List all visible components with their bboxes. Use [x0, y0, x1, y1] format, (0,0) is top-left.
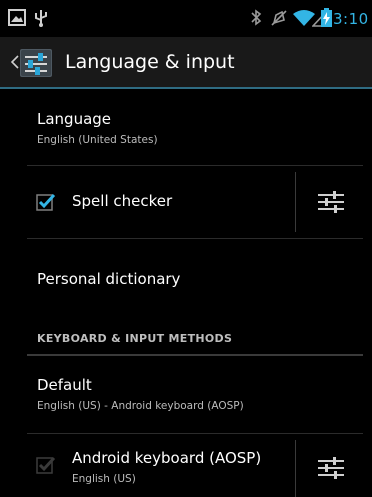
personal-dictionary-row[interactable]: Personal dictionary	[0, 239, 372, 311]
spell-checker-row[interactable]: Spell checker	[0, 166, 372, 238]
section-header-keyboard: KEYBOARD & INPUT METHODS	[37, 332, 233, 345]
battery-charging-icon	[321, 8, 332, 27]
android-keyboard-checkbox	[36, 456, 56, 474]
default-keyboard-title: Default	[37, 376, 92, 394]
android-keyboard-title: Android keyboard (AOSP)	[72, 449, 262, 467]
vertical-divider	[295, 440, 296, 497]
android-keyboard-summary: English (US)	[72, 473, 136, 485]
action-bar: Language & input	[0, 37, 372, 89]
usb-icon	[35, 10, 47, 27]
language-summary: English (United States)	[37, 134, 158, 146]
default-keyboard-row[interactable]: Default English (US) - Android keyboard …	[0, 356, 372, 433]
spell-checker-settings-icon[interactable]	[316, 190, 346, 214]
language-row[interactable]: Language English (United States)	[0, 91, 372, 165]
action-bar-title: Language & input	[65, 51, 235, 73]
silent-mode-icon	[271, 10, 287, 26]
language-title: Language	[37, 110, 112, 128]
image-notification-icon	[8, 9, 26, 26]
settings-sliders-icon[interactable]	[20, 49, 52, 77]
vertical-divider	[295, 172, 296, 232]
status-bar: 3:10	[0, 0, 372, 37]
personal-dictionary-title: Personal dictionary	[37, 270, 181, 288]
settings-list: Language English (United States) Spell c…	[0, 91, 372, 497]
status-time: 3:10	[333, 10, 369, 28]
android-keyboard-settings-icon[interactable]	[316, 456, 346, 480]
up-navigation-caret-icon[interactable]	[11, 55, 19, 69]
spell-checker-checkbox[interactable]	[36, 192, 56, 212]
android-keyboard-row[interactable]: Android keyboard (AOSP) English (US)	[0, 434, 372, 497]
bluetooth-icon	[251, 9, 262, 26]
spell-checker-title: Spell checker	[72, 192, 173, 210]
default-keyboard-summary: English (US) - Android keyboard (AOSP)	[37, 400, 244, 412]
